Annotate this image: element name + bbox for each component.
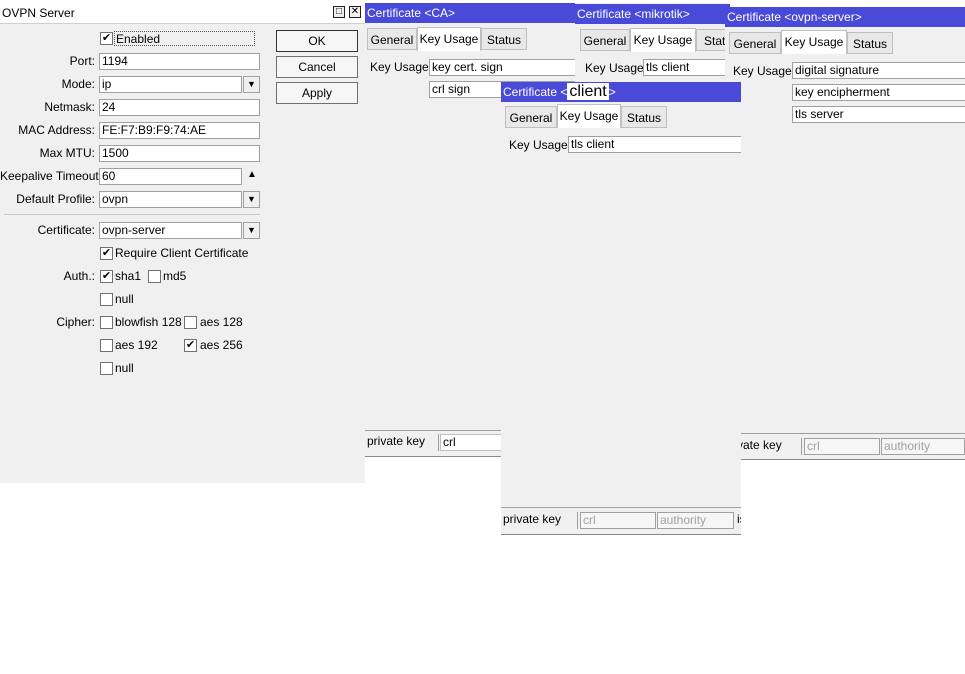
aes128-checkbox[interactable] — [184, 316, 197, 329]
aes256-label[interactable]: aes 256 — [200, 338, 243, 353]
ovpn-server-window: OVPN Server □ ✕ ✔ Enabled Port: 1194 Mod… — [0, 3, 365, 483]
status-private-key: private key — [365, 434, 439, 451]
status-crl: crl — [804, 438, 880, 455]
certificate-mikrotik-titlebar[interactable]: Certificate <mikrotik> — [575, 4, 730, 24]
maximize-icon[interactable]: □ — [333, 6, 345, 18]
key-usage-field[interactable]: tls client — [568, 136, 741, 153]
window-title: Certificate <CA> — [367, 6, 456, 20]
certificate-select[interactable]: ovpn-server — [99, 222, 242, 239]
md5-checkbox[interactable] — [148, 270, 161, 283]
status-bar-divider — [725, 433, 965, 434]
key-usage-field[interactable]: tls server — [792, 106, 965, 123]
certificate-client-titlebar[interactable]: Certificate < client > — [501, 82, 741, 102]
aes192-checkbox[interactable] — [100, 339, 113, 352]
mode-label: Mode: — [61, 77, 95, 91]
auth-null-checkbox[interactable] — [100, 293, 113, 306]
window-title: OVPN Server — [2, 6, 75, 20]
port-field[interactable]: 1194 — [99, 53, 260, 70]
status-crl: crl — [580, 512, 656, 529]
profile-select[interactable]: ovpn — [99, 191, 242, 208]
key-usage-label: Key Usage: — [509, 138, 572, 152]
certificate-ca-titlebar[interactable]: Certificate <CA> — [365, 3, 575, 23]
cipher-null-checkbox[interactable] — [100, 362, 113, 375]
window-title: Certificate <mikrotik> — [577, 7, 690, 21]
key-usage-label: Key Usage: — [585, 61, 648, 75]
sha1-label[interactable]: sha1 — [115, 269, 141, 284]
status-authority: authority — [657, 512, 734, 529]
divider — [4, 214, 260, 215]
window-title-prefix: Certificate < — [503, 85, 568, 99]
profile-label: Default Profile: — [16, 192, 95, 206]
cancel-button[interactable]: Cancel — [276, 56, 358, 78]
require-client-cert-label[interactable]: Require Client Certificate — [115, 246, 248, 261]
blowfish-label[interactable]: blowfish 128 — [115, 315, 182, 330]
sha1-checkbox[interactable]: ✔ — [100, 270, 113, 283]
tab-key-usage[interactable]: Key Usage — [557, 104, 621, 128]
apply-button[interactable]: Apply — [276, 82, 358, 104]
status-authority: authority — [881, 438, 965, 455]
window-title-suffix: > — [608, 85, 616, 99]
aes192-label[interactable]: aes 192 — [115, 338, 158, 353]
certificate-dropdown-icon[interactable]: ▼ — [243, 222, 260, 239]
tab-key-usage[interactable]: Key Usage — [630, 28, 696, 52]
key-usage-label: Key Usage: — [370, 60, 433, 74]
aes256-checkbox[interactable]: ✔ — [184, 339, 197, 352]
tab-general[interactable]: General — [580, 29, 630, 51]
mode-dropdown-icon[interactable]: ▼ — [243, 76, 260, 93]
ok-button[interactable]: OK — [276, 30, 358, 52]
collapse-up-icon[interactable]: ▲ — [247, 169, 257, 180]
key-usage-field[interactable]: key cert. sign — [429, 59, 575, 76]
mtu-field[interactable]: 1500 — [99, 145, 260, 162]
status-bar-divider — [501, 507, 741, 508]
md5-label[interactable]: md5 — [163, 269, 186, 284]
certificate-mikrotik-window: Certificate <mikrotik> General Key Usage… — [575, 3, 730, 83]
netmask-label: Netmask: — [44, 100, 95, 114]
window-title-overlay: client — [567, 83, 609, 100]
status-private-key: private key — [501, 512, 578, 529]
profile-dropdown-icon[interactable]: ▼ — [243, 191, 260, 208]
keepalive-field[interactable]: 60 — [99, 168, 242, 185]
tab-key-usage[interactable]: Key Usage — [781, 30, 847, 54]
certificate-client-window: Certificate < client > General Key Usage S… — [501, 82, 741, 535]
tab-status[interactable]: Status — [481, 28, 527, 50]
mode-select[interactable]: ip — [99, 76, 242, 93]
enabled-checkbox[interactable]: ✔ — [100, 32, 113, 45]
enabled-label[interactable]: Enabled — [114, 31, 255, 46]
certificate-label: Certificate: — [37, 223, 95, 237]
status-issued: is — [737, 512, 741, 526]
mtu-label: Max MTU: — [39, 146, 95, 160]
auth-label: Auth.: — [63, 269, 95, 283]
certificate-ovpn-server-titlebar[interactable]: Certificate <ovpn-server> — [725, 7, 965, 27]
mac-label: MAC Address: — [18, 123, 95, 137]
close-icon[interactable]: ✕ — [349, 6, 361, 18]
tab-general[interactable]: General — [729, 32, 781, 54]
port-label: Port: — [69, 54, 95, 68]
require-client-cert-checkbox[interactable]: ✔ — [100, 247, 113, 260]
key-usage-field[interactable]: key encipherment — [792, 84, 965, 101]
mac-field[interactable]: FE:F7:B9:F9:74:AE — [99, 122, 260, 139]
tab-key-usage[interactable]: Key Usage — [417, 27, 481, 51]
auth-null-label[interactable]: null — [115, 292, 134, 307]
ovpn-server-titlebar[interactable]: OVPN Server — [0, 3, 365, 24]
tab-status[interactable]: Status — [847, 32, 893, 54]
tab-status[interactable]: Status — [621, 106, 667, 128]
aes128-label[interactable]: aes 128 — [200, 315, 243, 330]
key-usage-field[interactable]: digital signature — [792, 62, 965, 79]
tab-general[interactable]: General — [367, 28, 417, 50]
key-usage-field[interactable]: tls client — [643, 59, 730, 76]
window-title: Certificate <ovpn-server> — [727, 10, 862, 24]
certificate-ovpn-server-window: Certificate <ovpn-server> General Key Us… — [725, 7, 965, 460]
tab-general[interactable]: General — [505, 106, 557, 128]
cipher-null-label[interactable]: null — [115, 361, 134, 376]
cipher-label: Cipher: — [56, 315, 95, 329]
keepalive-label: Keepalive Timeout: — [0, 169, 103, 183]
key-usage-label: Key Usage: — [733, 64, 796, 78]
blowfish-checkbox[interactable] — [100, 316, 113, 329]
netmask-field[interactable]: 24 — [99, 99, 260, 116]
